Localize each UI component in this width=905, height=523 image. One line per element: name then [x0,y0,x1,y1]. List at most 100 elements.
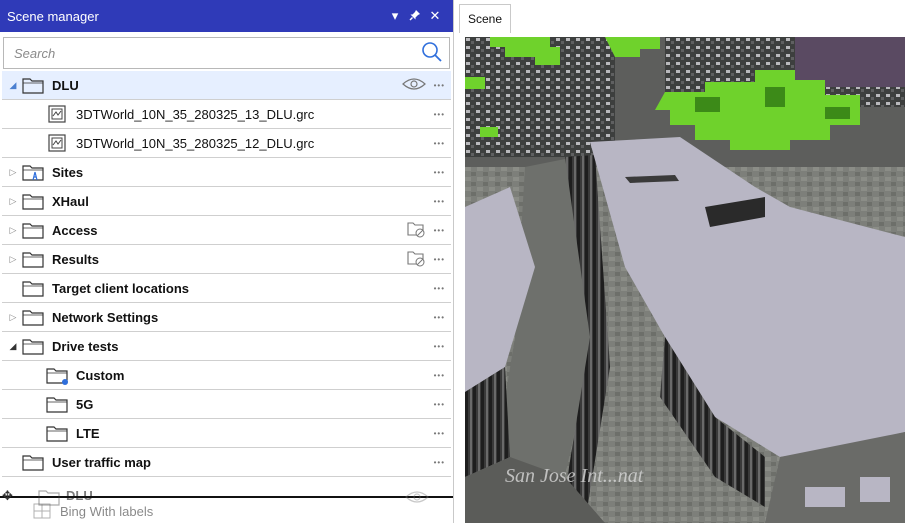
tree-row[interactable]: ▷ Results ••• [2,245,451,274]
tree-item-label: Drive tests [52,338,119,354]
more-options-icon[interactable]: ••• [434,429,445,438]
panel-title: Scene manager [7,8,99,24]
folder-icon [20,220,46,240]
expand-chevron-icon[interactable]: ▷ [6,312,20,323]
row-actions: ••• [434,419,445,447]
ghost-under-icon [32,502,52,523]
more-options-icon[interactable]: ••• [434,400,445,409]
tree-item-label: User traffic map [52,454,151,470]
folder-icon [20,307,46,327]
sites-folder-icon [20,162,46,182]
more-options-icon[interactable]: ••• [434,255,445,264]
more-options-icon[interactable]: ••• [434,342,445,351]
row-actions: ••• [434,158,445,186]
more-options-icon[interactable]: ••• [434,313,445,322]
more-options-icon[interactable]: ••• [434,139,445,148]
tree-item-label: Access [52,222,98,238]
tree-item-label: 5G [76,396,94,412]
more-options-icon[interactable]: ••• [434,81,445,90]
tree-row[interactable]: ◢ DLU ••• [2,71,451,100]
search-box [3,37,450,69]
tree-item-label: 3DTWorld_10N_35_280325_13_DLU.grc [76,106,315,122]
row-actions: ••• [406,245,445,273]
hidden-visibility-icon[interactable] [406,249,426,270]
collapse-chevron-icon[interactable]: ◢ [6,80,20,91]
folder-icon [20,452,46,472]
tree-item-label: Target client locations [52,280,190,296]
ghost-label: DLU [66,488,93,503]
scene-render: San Jose Int...nat [465,37,905,523]
folder-icon [20,249,46,269]
search-icon[interactable] [421,41,443,66]
hidden-visibility-icon[interactable] [406,220,426,241]
collapse-chevron-icon[interactable]: ◢ [6,341,20,352]
panel-menu-dropdown-icon[interactable]: ▾ [385,8,405,24]
scene-overlay-text: San Jose Int...nat [505,465,644,487]
scene-3d-view[interactable]: San Jose Int...nat [465,37,905,523]
ghost-folder-icon [38,488,60,509]
more-options-icon[interactable]: ••• [434,226,445,235]
scene-tree: ◢ DLU ••• 3DTWorld_10N_35_280325_13_DLU.grc… [2,71,451,477]
close-icon[interactable]: ✕ [425,8,445,24]
tree-row[interactable]: ▷ XHaul ••• [2,187,451,216]
tree-row[interactable]: Custom ••• [2,361,451,390]
custom-folder-icon [44,365,70,385]
terrain-file-icon [44,104,70,124]
row-actions: ••• [434,361,445,389]
drag-move-icon: ✥ [2,488,13,503]
more-options-icon[interactable]: ••• [434,284,445,293]
row-actions: ••• [434,274,445,302]
pin-icon[interactable] [405,9,425,24]
expand-chevron-icon[interactable]: ▷ [6,225,20,236]
row-actions: ••• [406,216,445,244]
tree-item-label: DLU [52,77,79,93]
folder-icon [20,75,46,95]
tree-row[interactable]: User traffic map ••• [2,448,451,477]
scene-manager-panel: Scene manager ▾ ✕ ◢DLU•••3DTWorld_10N_35… [0,0,454,523]
row-actions: ••• [401,71,445,99]
tree-row[interactable]: 3DTWorld_10N_35_280325_12_DLU.grc ••• [2,129,451,158]
folder-icon [20,278,46,298]
tree-row[interactable]: Target client locations ••• [2,274,451,303]
folder-icon [44,423,70,443]
search-input[interactable] [12,44,421,62]
row-actions: ••• [434,390,445,418]
row-actions: ••• [434,448,445,476]
tree-item-label: XHaul [52,193,89,209]
tree-item-label: Custom [76,367,125,383]
tree-item-label: Sites [52,164,84,180]
drag-ghost: ✥ DLU Bing With labels [0,482,453,523]
expand-chevron-icon[interactable]: ▷ [6,167,20,178]
ghost-under-label: Bing With labels [60,504,154,519]
folder-icon [44,394,70,414]
tree-item-label: LTE [76,425,100,441]
folder-icon [20,191,46,211]
row-actions: ••• [434,187,445,215]
row-actions: ••• [434,332,445,360]
tree-row[interactable]: ▷ Sites ••• [2,158,451,187]
tree-row[interactable]: LTE ••• [2,419,451,448]
tree-item-label: Network Settings [52,309,159,325]
tree-row[interactable]: 5G ••• [2,390,451,419]
tab-scene[interactable]: Scene [459,4,512,33]
tree-row[interactable]: ▷ Access ••• [2,216,451,245]
row-actions: ••• [434,100,445,128]
tree-item-label: 3DTWorld_10N_35_280325_12_DLU.grc [76,135,315,151]
expand-chevron-icon[interactable]: ▷ [6,254,20,265]
more-options-icon[interactable]: ••• [434,197,445,206]
tree-row[interactable]: ▷ Network Settings ••• [2,303,451,332]
visibility-eye-icon[interactable] [401,77,426,94]
more-options-icon[interactable]: ••• [434,458,445,467]
tree-row[interactable]: 3DTWorld_10N_35_280325_13_DLU.grc ••• [2,100,451,129]
more-options-icon[interactable]: ••• [434,110,445,119]
more-options-icon[interactable]: ••• [434,371,445,380]
row-actions: ••• [434,303,445,331]
tree-item-label: Results [52,251,99,267]
folder-icon [20,336,46,356]
tree-row[interactable]: ◢ Drive tests ••• [2,332,451,361]
ghost-eye-icon [405,490,429,507]
terrain-file-icon [44,133,70,153]
more-options-icon[interactable]: ••• [434,168,445,177]
panel-titlebar: Scene manager ▾ ✕ [0,0,453,32]
expand-chevron-icon[interactable]: ▷ [6,196,20,207]
